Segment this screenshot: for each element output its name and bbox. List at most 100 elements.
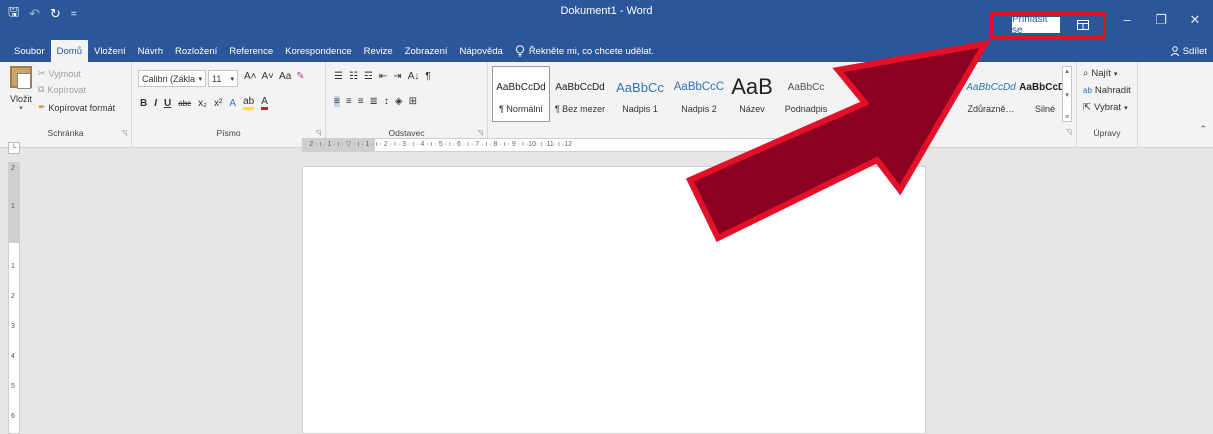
align-left-icon[interactable]: ≡	[334, 96, 340, 107]
paste-button[interactable]: Vložit ▾	[8, 66, 34, 112]
tab-mailings[interactable]: Korespondence	[279, 40, 358, 62]
strikethrough-icon[interactable]: abc	[178, 99, 191, 108]
chevron-down-icon: ▾	[1113, 70, 1118, 78]
styles-launcher-icon[interactable]: ◹	[1066, 128, 1071, 136]
multilevel-list-icon[interactable]: ☲	[364, 71, 373, 82]
tab-home[interactable]: Domů	[50, 40, 88, 62]
format-painter-button[interactable]: ✒ Kopírovat formát	[38, 102, 115, 113]
underline-icon[interactable]: U	[164, 98, 171, 109]
subscript-icon[interactable]: x₂	[198, 98, 207, 109]
font-name-combo[interactable]: Calibri (Zákla ▾	[138, 70, 206, 87]
change-case-icon[interactable]: Aa	[279, 71, 291, 82]
paragraph-launcher-icon[interactable]: ◹	[478, 129, 483, 137]
shading-icon[interactable]: ◈	[395, 96, 403, 107]
bullets-icon[interactable]: ☰	[334, 71, 343, 82]
replace-button[interactable]: ab Nahradit	[1083, 85, 1131, 96]
chevron-down-icon: ▾	[198, 75, 202, 83]
cut-button[interactable]: ✂ Vyjmout	[38, 68, 81, 79]
style-heading-2[interactable]: AaBbCcC Nadpis 2	[670, 66, 728, 122]
style-name: ¶ Bez mezer	[554, 104, 606, 114]
tab-selector-icon[interactable]: └	[8, 142, 20, 154]
vertical-ruler[interactable]: 2 1 1 2 3 4 5 6	[8, 162, 20, 434]
increase-indent-icon[interactable]: ⇥	[393, 71, 401, 82]
clear-format-icon[interactable]: ✎	[296, 71, 304, 82]
borders-icon[interactable]: ⊞	[409, 96, 417, 107]
tab-layout[interactable]: Rozložení	[169, 40, 223, 62]
font-group-label: Písmo	[216, 128, 241, 138]
italic-icon[interactable]: I	[154, 98, 157, 109]
line-spacing-icon[interactable]: ↕	[384, 96, 389, 107]
superscript-icon[interactable]: x²	[214, 98, 222, 109]
tell-me-text: Řekněte mi, co chcete udělat.	[528, 45, 654, 57]
align-right-icon[interactable]: ≡	[358, 96, 364, 107]
pilcrow-icon[interactable]: ¶	[425, 71, 430, 82]
close-icon[interactable]: ✕	[1180, 12, 1210, 28]
tab-design[interactable]: Návrh	[132, 40, 169, 62]
style-name: Podnadpis	[784, 104, 828, 114]
select-button[interactable]: ⇱ Vybrat ▾	[1083, 102, 1128, 113]
paragraph-group-label: Odstavec	[388, 128, 425, 138]
styles-hidden-under-arrow	[836, 66, 962, 122]
styles-scroll[interactable]: ▴ ▾ ≡	[1062, 66, 1072, 122]
style-title[interactable]: AaB Název	[728, 66, 776, 122]
share-button[interactable]: Sdílet	[1170, 40, 1207, 62]
group-font: Calibri (Zákla ▾ 11 ▾ A˄ A˅ Aa ✎ B I U a…	[132, 62, 326, 148]
font-size-value: 11	[212, 73, 222, 84]
align-center-icon[interactable]: ≡	[346, 96, 352, 107]
more-styles-icon[interactable]: ≡	[1065, 114, 1069, 121]
style-normal[interactable]: AaBbCcDd ¶ Normální	[492, 66, 550, 122]
numbering-icon[interactable]: ☷	[349, 71, 358, 82]
font-size-tools: A˄ A˅ Aa ✎	[244, 71, 305, 82]
word-window: 🖫 ↶ ↻ = Dokument1 - Word Přihlásit se – …	[0, 0, 1213, 434]
paste-dropdown-icon[interactable]: ▾	[8, 104, 34, 112]
restore-icon[interactable]: ❐	[1146, 12, 1176, 28]
search-icon: ⌕	[1083, 68, 1089, 79]
clipboard-launcher-icon[interactable]: ◹	[122, 129, 127, 137]
tab-review[interactable]: Revize	[358, 40, 399, 62]
collapse-ribbon-icon[interactable]: ⌃	[1199, 124, 1207, 135]
ribbon-tabs: Soubor Domů Vložení Návrh Rozložení Refe…	[0, 40, 1213, 62]
grow-font-icon[interactable]: A˄	[244, 71, 257, 82]
chevron-up-icon[interactable]: ▴	[1065, 67, 1069, 75]
chevron-down-icon: ▾	[1124, 104, 1128, 112]
tab-file[interactable]: Soubor	[8, 40, 51, 62]
font-name-value: Calibri (Zákla	[142, 73, 196, 84]
font-format-tools: B I U abc x₂ x² A ab A	[140, 96, 268, 110]
minimize-icon[interactable]: –	[1112, 12, 1142, 27]
style-subtitle[interactable]: AaBbCc Podnadpis	[776, 66, 836, 122]
copy-button[interactable]: ⧉ Kopírovat	[38, 84, 86, 95]
format-painter-label: Kopírovat formát	[48, 102, 116, 113]
font-size-combo[interactable]: 11 ▾	[208, 70, 238, 87]
style-intense-emphasis[interactable]: AaBbCcDd Zdůrazně…	[962, 66, 1020, 122]
tab-references[interactable]: Reference	[223, 40, 279, 62]
tab-help[interactable]: Nápověda	[454, 40, 509, 62]
sort-icon[interactable]: A↓	[408, 71, 420, 82]
tab-view[interactable]: Zobrazení	[399, 40, 454, 62]
style-preview: AaBbCc	[616, 79, 664, 95]
find-button[interactable]: ⌕ Najít ▾	[1083, 68, 1117, 79]
style-name: Silné	[1034, 104, 1055, 114]
bold-icon[interactable]: B	[140, 98, 147, 109]
decrease-indent-icon[interactable]: ⇤	[379, 71, 387, 82]
highlight-icon[interactable]: ab	[243, 96, 255, 110]
style-no-spacing[interactable]: AaBbCcDd ¶ Bez mezer	[550, 66, 610, 122]
style-preview: AaBbCc	[787, 81, 825, 93]
group-editing: ⌕ Najít ▾ ab Nahradit ⇱ Vybrat ▾ Úpravy	[1076, 62, 1138, 148]
tab-insert[interactable]: Vložení	[88, 40, 132, 62]
style-name: Zdůrazně…	[967, 104, 1015, 114]
shrink-font-icon[interactable]: A˅	[262, 71, 275, 82]
ruler-number: 4	[11, 353, 15, 360]
styles-gallery: AaBbCcDd ¶ Normální AaBbCcDd ¶ Bez mezer…	[492, 66, 1072, 122]
horizontal-ruler[interactable]: · 2 · ı · 1 · ı · ▽ · ı · 1 · ı · 2 · ı …	[302, 138, 926, 152]
style-heading-1[interactable]: AaBbCc Nadpis 1	[610, 66, 670, 122]
font-launcher-icon[interactable]: ◹	[316, 129, 321, 137]
share-label: Sdílet	[1182, 45, 1207, 57]
text-effects-icon[interactable]: A	[229, 98, 236, 109]
chevron-down-icon[interactable]: ▾	[1065, 91, 1069, 99]
find-label: Najít	[1091, 68, 1111, 79]
justify-icon[interactable]: ≣	[370, 96, 378, 107]
font-color-icon[interactable]: A	[261, 96, 268, 110]
style-name: Název	[739, 104, 765, 114]
tell-me-box[interactable]: Řekněte mi, co chcete udělat.	[509, 40, 654, 62]
document-page[interactable]	[302, 166, 926, 434]
